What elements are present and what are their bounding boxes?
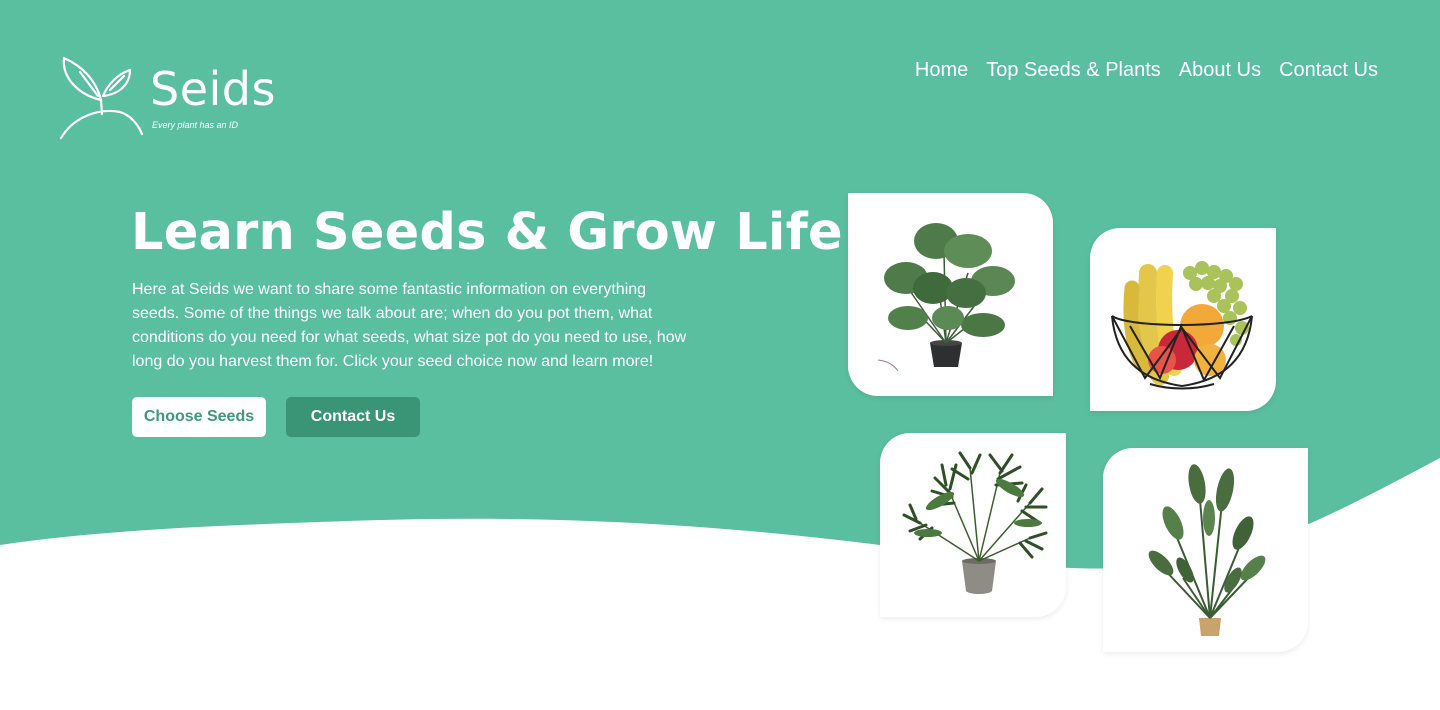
hero-title: Learn Seeds & Grow Life: [131, 203, 843, 262]
fruit-basket-image: [1111, 261, 1253, 390]
sprout-icon: [59, 56, 144, 140]
main-nav: Home Top Seeds & Plants About Us Contact…: [915, 58, 1378, 82]
nav-item-home[interactable]: Home: [915, 58, 968, 82]
site-logo[interactable]: Seids Every plant has an ID: [58, 54, 278, 144]
palm-plant-image: [902, 451, 1048, 594]
logo-wordmark: Seids: [150, 62, 276, 116]
nav-item-top-seeds-plants[interactable]: Top Seeds & Plants: [986, 58, 1161, 82]
contact-us-button[interactable]: Contact Us: [286, 397, 420, 437]
monstera-plant-image: [877, 223, 1015, 372]
gallery-card-banana-plant[interactable]: [1103, 448, 1308, 652]
nav-item-about-us[interactable]: About Us: [1179, 58, 1261, 82]
nav-item-contact-us[interactable]: Contact Us: [1279, 58, 1378, 82]
hero-description: Here at Seids we want to share some fant…: [132, 281, 687, 370]
gallery-card-monstera[interactable]: [848, 193, 1053, 396]
gallery-card-palm[interactable]: [880, 433, 1066, 617]
gallery-card-fruit-basket[interactable]: [1090, 228, 1276, 411]
logo-tagline: Every plant has an ID: [152, 120, 239, 130]
choose-seeds-button[interactable]: Choose Seeds: [132, 397, 266, 437]
banana-plant-image: [1148, 464, 1266, 636]
